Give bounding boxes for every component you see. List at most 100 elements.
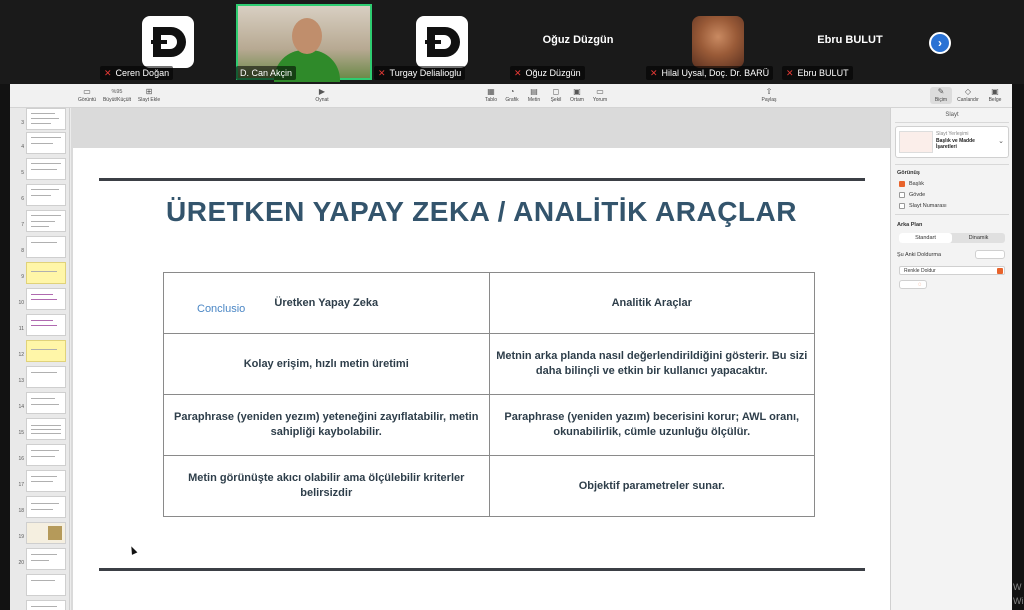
- slide-thumbnail[interactable]: [26, 314, 66, 336]
- table-cell[interactable]: Metnin arka planda nasıl değerlendirildi…: [488, 333, 815, 395]
- keynote-toolbar: ▭ Görüntü %95 Büyüt/Küçült ⊞ Slayt Ekle ▶ Oy…: [10, 84, 1012, 108]
- slide-thumbnail[interactable]: [26, 392, 66, 414]
- share-button[interactable]: ⇧ Paylaş: [758, 87, 780, 104]
- slide-thumbnail[interactable]: [26, 236, 66, 258]
- participant-logo-icon: [142, 16, 194, 68]
- comment-label: Yorum: [592, 97, 608, 103]
- format-brush-icon: ✎: [937, 87, 945, 96]
- slide-thumbnail[interactable]: [26, 288, 66, 310]
- media-button[interactable]: ▣ Ortam: [568, 87, 586, 104]
- chart-button[interactable]: ◔ Grafik: [503, 87, 521, 104]
- checkbox-label: Gövde: [909, 192, 926, 198]
- mic-muted-icon: ✕: [378, 67, 386, 78]
- slide-thumbnail[interactable]: [26, 340, 66, 362]
- table-cell[interactable]: Paraphrase (yeniden yezım) yeteneğini za…: [163, 394, 490, 456]
- text-icon: ▤: [530, 87, 538, 96]
- play-button[interactable]: ▶ Oynat: [312, 87, 332, 104]
- layout-thumbnail: [899, 131, 933, 153]
- mic-muted-icon: ✕: [514, 67, 522, 78]
- participant-tile-oguz[interactable]: Oğuz Düzgün ✕ Oğuz Düzgün: [510, 4, 646, 80]
- slide-thumbnail[interactable]: [26, 548, 66, 570]
- slide-thumbnail[interactable]: [26, 210, 66, 232]
- appearance-label: Görünüş: [897, 170, 920, 176]
- slide-thumbnail[interactable]: [26, 574, 66, 596]
- participant-namebar: ✕ Ebru BULUT: [782, 66, 853, 80]
- participant-tile-ebru[interactable]: Ebru BULUT ✕ Ebru BULUT: [782, 4, 918, 80]
- slide-thumbnail[interactable]: [26, 184, 66, 206]
- body-checkbox[interactable]: Gövde: [899, 192, 925, 198]
- participant-center-name: Ebru BULUT: [817, 34, 883, 46]
- shape-button[interactable]: ◻ Şekil: [547, 87, 565, 104]
- slide-thumbnail[interactable]: [26, 132, 66, 154]
- color-picker-button[interactable]: ◌: [899, 280, 927, 289]
- layout-sub-label: Slayt Yerleşimi: [936, 131, 969, 137]
- chevron-right-icon[interactable]: ›: [929, 32, 951, 54]
- document-button[interactable]: ▣ Belge: [984, 87, 1006, 104]
- keynote-window: ▭ Görüntü %95 Büyüt/Küçült ⊞ Slayt Ekle ▶ Oy…: [10, 84, 1012, 610]
- slide-thumbnail[interactable]: [26, 522, 66, 544]
- participant-namebar: D. Can Akçin: [236, 66, 297, 80]
- participant-tile-ceren[interactable]: ✕ Ceren Doğan: [100, 4, 236, 80]
- slide-thumbnail[interactable]: [26, 600, 66, 610]
- comment-button[interactable]: ▭ Yorum: [590, 87, 610, 104]
- slide-navigator[interactable]: 3 4 5 6 7 8 9 10 11 12 13 14 15 16 17 18…: [10, 108, 70, 610]
- fill-color-well[interactable]: [975, 250, 1005, 259]
- segment-dynamic[interactable]: Dinamik: [952, 233, 1005, 243]
- fill-label: Şu Anki Doldurma: [897, 252, 942, 258]
- text-button[interactable]: ▤ Metin: [525, 87, 543, 104]
- slide-canvas[interactable]: ÜRETKEN YAPAY ZEKA / ANALİTİK ARAÇLAR Ür…: [71, 108, 890, 610]
- background-segmented-control[interactable]: Standart Dinamik: [899, 233, 1005, 243]
- dropdown-icon: [997, 268, 1003, 274]
- participant-name: Turgay Delialioglu: [389, 68, 462, 78]
- chevron-down-icon: ⌄: [998, 138, 1004, 145]
- screen: ✕ Ceren Doğan D. Can Akçin ✕ Turgay Deli…: [0, 0, 1024, 610]
- current-slide[interactable]: ÜRETKEN YAPAY ZEKA / ANALİTİK ARAÇLAR Ür…: [73, 148, 890, 610]
- participant-tile-can[interactable]: D. Can Akçin: [236, 4, 372, 82]
- slide-number: 7: [21, 222, 24, 228]
- play-label: Oynat: [315, 97, 329, 103]
- table-row: Metin görünüşte akıcı olabilir ama ölçül…: [163, 455, 815, 517]
- participant-tile-hilal[interactable]: ✕ Hilal Uysal, Doç. Dr. BARÜ: [646, 4, 782, 80]
- slide-number: 6: [21, 196, 24, 202]
- animate-button[interactable]: ◇ Canlandır: [955, 87, 981, 104]
- table-icon: ▦: [487, 87, 495, 96]
- format-label: Biçim: [934, 97, 948, 103]
- slide-thumbnail[interactable]: [26, 496, 66, 518]
- table-row: Kolay erişim, hızlı metin üretimi Metnin…: [163, 333, 815, 395]
- segment-standard[interactable]: Standart: [899, 233, 952, 243]
- participant-name: Ceren Doğan: [115, 68, 170, 78]
- document-label: Belge: [988, 97, 1002, 103]
- slide-number: 4: [21, 144, 24, 150]
- slide-thumbnail[interactable]: [26, 366, 66, 388]
- slide-layout-picker[interactable]: Slayt Yerleşimi Başlık ve Madde İşaretle…: [895, 126, 1009, 158]
- add-slide-icon: ⊞: [145, 87, 153, 96]
- zoom-button[interactable]: %95 Büyüt/Küçült: [101, 87, 133, 104]
- format-button[interactable]: ✎ Biçim: [930, 87, 952, 104]
- view-button[interactable]: ▭ Görüntü: [76, 87, 98, 104]
- table-cell[interactable]: Paraphrase (yeniden yazım) becerisini ko…: [488, 394, 815, 456]
- slide-number: 19: [18, 534, 24, 540]
- slide-thumbnail[interactable]: [26, 444, 66, 466]
- comparison-table[interactable]: Üretken Yapay Zeka Analitik Araçlar Kola…: [163, 272, 815, 517]
- slide-thumbnail[interactable]: [26, 262, 66, 284]
- table-button[interactable]: ▦ Tablo: [482, 87, 500, 104]
- slide-number: 14: [18, 404, 24, 410]
- participant-photo: [692, 16, 744, 68]
- add-slide-button[interactable]: ⊞ Slayt Ekle: [136, 87, 162, 104]
- slide-number-checkbox[interactable]: Slayt Numarası: [899, 203, 947, 209]
- table-header-cell[interactable]: Analitik Araçlar: [488, 272, 815, 334]
- slide-thumbnail[interactable]: [26, 158, 66, 180]
- fill-type-select[interactable]: Renkle Doldur: [899, 266, 1005, 275]
- table-cell[interactable]: Metin görünüşte akıcı olabilir ama ölçül…: [163, 455, 490, 517]
- slide-thumbnail[interactable]: [26, 108, 66, 130]
- title-checkbox[interactable]: Başlık: [899, 181, 924, 187]
- participant-tile-turgay[interactable]: ✕ Turgay Delialioglu: [374, 4, 510, 80]
- slide-title[interactable]: ÜRETKEN YAPAY ZEKA / ANALİTİK ARAÇLAR: [73, 196, 890, 228]
- table-cell[interactable]: Objektif parametreler sunar.: [488, 455, 815, 517]
- slide-thumbnail[interactable]: [26, 470, 66, 492]
- table-cell[interactable]: Kolay erişim, hızlı metin üretimi: [163, 333, 490, 395]
- participant-name: Oğuz Düzgün: [525, 68, 581, 78]
- participant-name: D. Can Akçin: [240, 68, 293, 78]
- slide-thumbnail[interactable]: [26, 418, 66, 440]
- slide-number: 10: [18, 300, 24, 306]
